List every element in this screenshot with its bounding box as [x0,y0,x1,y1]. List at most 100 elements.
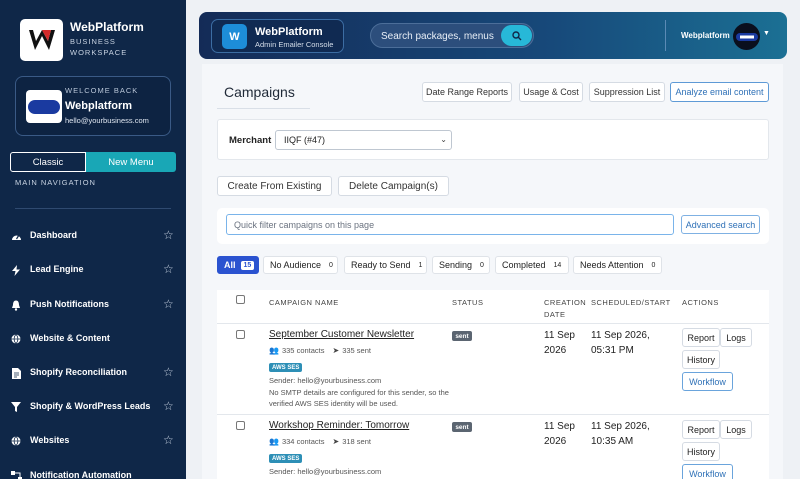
create-from-existing-button[interactable]: Create From Existing [217,176,332,196]
sidebar-item-lead-engine[interactable]: Lead Engine ☆ [0,256,186,286]
globe-icon [10,435,22,447]
history-button[interactable]: History [682,350,720,369]
tab-ready-to-send[interactable]: Ready to Send 1 [344,256,427,274]
count-badge: 0 [651,261,656,269]
sidebar-item-shopify-wordpress-leads[interactable]: Shopify & WordPress Leads ☆ [0,393,186,423]
search-input[interactable] [381,27,499,45]
star-icon[interactable]: ☆ [163,365,174,379]
user-avatar[interactable] [733,23,760,50]
scheduled-date: 11 Sep 2026, 05:31 PM [591,330,650,356]
divider [217,323,769,324]
globe-icon [10,333,22,345]
welcome-card: WELCOME BACK Webplatform hello@yourbusin… [15,76,171,136]
tab-label: Sending [439,260,473,270]
count-badge: 0 [480,261,484,269]
sidebar-item-label: Dashboard [30,230,78,240]
sidebar-item-websites[interactable]: Websites ☆ [0,427,186,457]
column-header-actions: ACTIONS [682,298,719,307]
count-badge: 1 [418,261,423,269]
new-menu-button[interactable]: New Menu [86,152,176,172]
campaign-name-link[interactable]: Workshop Reminder: Tomorrow [269,420,409,431]
tab-no-audience[interactable]: No Audience 0 [263,256,338,274]
users-icon: 👥 [269,437,279,446]
nav-heading: MAIN NAVIGATION [15,178,96,187]
classic-menu-button[interactable]: Classic [10,152,86,172]
tab-completed[interactable]: Completed 14 [495,256,569,274]
tab-sending[interactable]: Sending 0 [432,256,490,274]
sidebar-item-dashboard[interactable]: Dashboard ☆ [0,222,186,252]
merchant-panel: Merchant IIQF (#47) ⌄ [217,119,769,160]
app-letter: W [222,24,247,49]
sent-count: 318 sent [342,437,371,446]
select-all-checkbox[interactable] [236,295,245,304]
workflow-button[interactable]: Workflow [682,372,733,391]
sidebar-item-shopify-reconciliation[interactable]: Shopify Reconciliation ☆ [0,359,186,389]
divider [665,20,666,51]
bolt-icon [10,264,22,276]
report-button[interactable]: Report [682,420,720,439]
tab-all[interactable]: All 15 [217,256,259,274]
row-checkbox[interactable] [236,330,245,339]
sidebar-item-notification-automation[interactable]: Notification Automation [0,462,186,479]
workflow-button[interactable]: Workflow [682,464,733,479]
search-button[interactable] [501,25,532,46]
avatar [26,90,62,123]
tab-label: Ready to Send [351,260,411,270]
app-switcher[interactable]: W WebPlatform Admin Emailer Console [211,19,344,53]
campaign-name-link[interactable]: September Customer Newsletter [269,329,414,340]
delete-campaigns-button[interactable]: Delete Campaign(s) [338,176,449,196]
user-name[interactable]: Webplatform [681,31,730,40]
analyze-email-content-button[interactable]: Analyze email content [670,82,769,102]
campaigns-table: CAMPAIGN NAME STATUS CREATION DATE SCHED… [217,290,769,479]
sidebar-item-push-notifications[interactable]: Push Notifications ☆ [0,291,186,321]
main-content: Campaigns Date Range Reports Usage & Cos… [202,64,783,479]
divider [217,108,310,109]
suppression-list-button[interactable]: Suppression List [589,82,665,102]
quick-filter-input[interactable] [226,214,674,235]
count-badge: 0 [329,261,333,269]
brand-subtitle: BUSINESS WORKSPACE [70,37,128,57]
row-checkbox[interactable] [236,421,245,430]
sidebar: WebPlatform BUSINESS WORKSPACE WELCOME B… [0,0,186,479]
brand[interactable]: WebPlatform BUSINESS WORKSPACE [13,13,183,63]
history-button[interactable]: History [682,442,720,461]
sender-text: Sender: hello@yourbusiness.com [269,467,382,476]
sidebar-item-label: Websites [30,435,70,445]
column-header-created: CREATION DATE [544,298,587,319]
status-badge: sent [452,422,472,432]
usage-cost-button[interactable]: Usage & Cost [519,82,583,102]
creation-date: 11 Sep 2026 [544,330,575,356]
sidebar-item-label: Push Notifications [30,299,110,309]
status-badge: sent [452,331,472,341]
divider [217,414,769,415]
tab-needs-attention[interactable]: Needs Attention 0 [573,256,662,274]
star-icon[interactable]: ☆ [163,433,174,447]
star-icon[interactable]: ☆ [163,399,174,413]
scheduled-date: 11 Sep 2026, 10:35 AM [591,421,650,447]
campaign-stats: 👥 334 contacts ➤ 318 sent [269,437,371,446]
merchant-label: Merchant [229,135,272,146]
tab-label: No Audience [270,260,322,270]
star-icon[interactable]: ☆ [163,262,174,276]
provider-badge: AWS SES [269,454,303,463]
filter-icon [10,401,22,413]
merchant-select[interactable]: IIQF (#47) ⌄ [275,130,452,150]
contacts-count: 335 contacts [281,346,325,355]
users-icon: 👥 [269,346,279,355]
speedometer-icon [10,230,22,242]
sidebar-item-website-content[interactable]: Website & Content [0,325,186,355]
star-icon[interactable]: ☆ [163,228,174,242]
logo-mark-icon [26,26,57,54]
advanced-search-button[interactable]: Advanced search [681,215,760,234]
brand-name: WebPlatform [70,20,144,34]
brand-logo [20,19,63,61]
app-subtitle: Admin Emailer Console [255,40,334,49]
logs-button[interactable]: Logs [720,420,752,439]
star-icon[interactable]: ☆ [163,297,174,311]
logs-button[interactable]: Logs [720,328,752,347]
date-range-reports-button[interactable]: Date Range Reports [422,82,512,102]
report-button[interactable]: Report [682,328,720,347]
sidebar-item-label: Shopify Reconciliation [30,367,128,377]
chevron-down-icon[interactable]: ▼ [763,30,770,37]
tab-label: All [224,260,236,270]
